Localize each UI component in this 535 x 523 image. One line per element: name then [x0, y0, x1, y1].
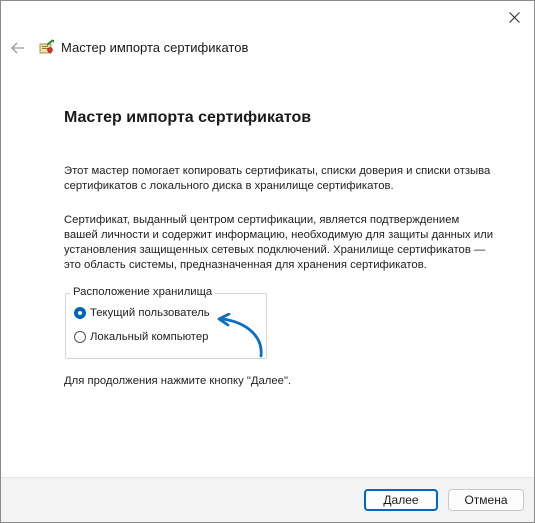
wizard-window: Мастер импорта сертификатов Мастер импор…: [0, 0, 535, 523]
cancel-button[interactable]: Отмена: [448, 489, 524, 511]
info-paragraph: Сертификат, выданный центром сертификаци…: [64, 214, 494, 271]
radio-selected-icon[interactable]: [74, 307, 86, 319]
certificate-icon: [39, 39, 55, 55]
window-title: Мастер импорта сертификатов: [61, 40, 249, 55]
back-arrow-icon: [11, 42, 24, 54]
next-button[interactable]: Далее: [364, 489, 438, 511]
close-icon: [508, 11, 520, 23]
radio-current-user-label: Текущий пользователь: [90, 307, 210, 319]
radio-current-user[interactable]: Текущий пользователь: [74, 307, 210, 319]
back-button[interactable]: [9, 39, 27, 57]
radio-unselected-icon[interactable]: [74, 331, 86, 343]
continue-note: Для продолжения нажмите кнопку "Далее".: [64, 375, 292, 387]
page-heading: Мастер импорта сертификатов: [64, 109, 312, 126]
title-bar: Мастер импорта сертификатов: [1, 37, 534, 59]
annotation-arrow-icon: [217, 313, 263, 358]
close-button[interactable]: [504, 7, 524, 27]
footer-bar: Далее Отмена: [1, 477, 534, 522]
intro-paragraph: Этот мастер помогает копировать сертифик…: [64, 165, 491, 192]
store-location-label: Расположение хранилища: [70, 286, 216, 298]
radio-local-machine[interactable]: Локальный компьютер: [74, 331, 208, 343]
radio-local-machine-label: Локальный компьютер: [90, 331, 209, 343]
